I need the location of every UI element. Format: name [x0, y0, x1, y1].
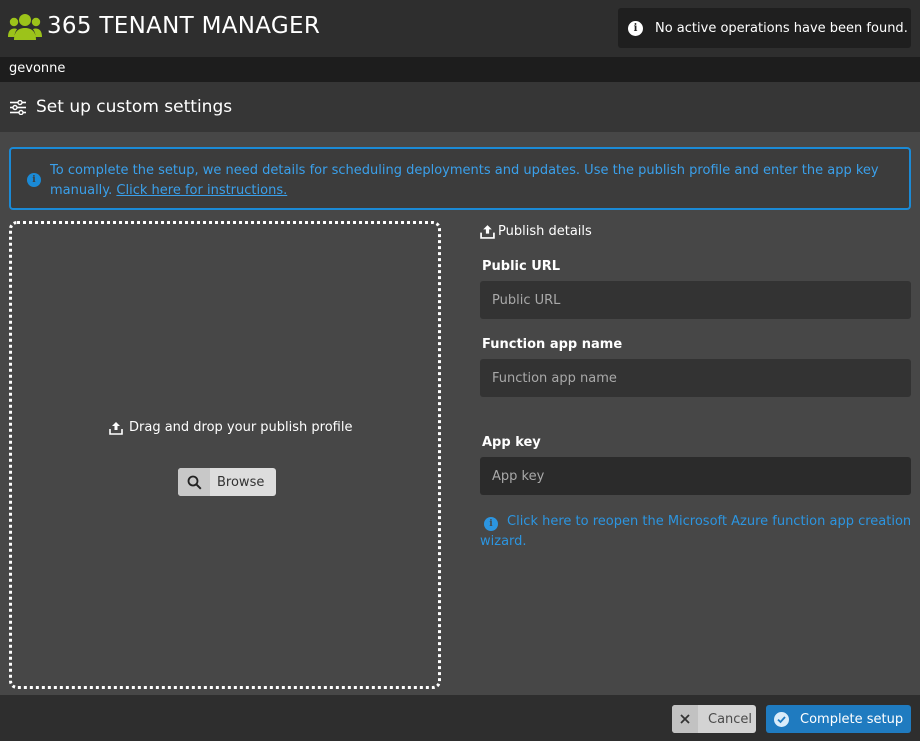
notification-toast: i No active operations have been found. — [618, 8, 911, 48]
browse-label: Browse — [217, 474, 265, 490]
publish-profile-dropzone[interactable]: Drag and drop your publish profile Brows… — [9, 221, 441, 689]
cancel-label: Cancel — [708, 711, 753, 727]
tenant-name: gevonne — [9, 61, 66, 76]
upload-icon — [109, 421, 123, 435]
complete-setup-label: Complete setup — [800, 711, 904, 727]
info-icon: i — [27, 173, 41, 187]
app-title: 365 TENANT MANAGER — [47, 13, 321, 39]
complete-setup-button[interactable]: Complete setup — [766, 705, 911, 733]
publish-details-title: Publish details — [498, 224, 592, 239]
users-group-icon — [8, 14, 42, 40]
page-header: Set up custom settings — [0, 82, 920, 132]
dropzone-text: Drag and drop your publish profile — [129, 420, 353, 435]
publish-details-heading: Publish details — [480, 224, 592, 239]
page-title: Set up custom settings — [36, 97, 233, 117]
app-key-input[interactable] — [480, 457, 911, 495]
cancel-button[interactable]: Cancel — [672, 705, 756, 733]
close-icon — [672, 705, 698, 733]
notification-text: No active operations have been found. — [655, 20, 908, 36]
tenant-bar: gevonne — [0, 57, 920, 82]
dropzone-label: Drag and drop your publish profile — [109, 420, 352, 435]
reopen-wizard-link[interactable]: i Click here to reopen the Microsoft Azur… — [480, 512, 912, 552]
function-app-name-input[interactable] — [480, 359, 911, 397]
sliders-icon — [10, 100, 26, 115]
public-url-label: Public URL — [482, 259, 561, 274]
banner-message: To complete the setup, we need details f… — [50, 161, 900, 201]
info-banner: i To complete the setup, we need details… — [9, 147, 911, 210]
search-icon — [178, 468, 210, 496]
info-icon: i — [628, 20, 643, 36]
info-icon: i — [484, 517, 498, 531]
app-header: 365 TENANT MANAGER i No active operation… — [0, 0, 920, 57]
public-url-input[interactable] — [480, 281, 911, 319]
check-circle-icon — [766, 705, 796, 733]
app-key-label: App key — [482, 435, 541, 450]
footer-actions: Cancel Complete setup — [0, 695, 920, 741]
instructions-link[interactable]: Click here for instructions. — [116, 183, 287, 198]
function-app-name-label: Function app name — [482, 337, 623, 352]
upload-icon — [480, 225, 495, 239]
reopen-wizard-text: Click here to reopen the Microsoft Azure… — [480, 514, 912, 549]
browse-button[interactable]: Browse — [178, 468, 276, 496]
